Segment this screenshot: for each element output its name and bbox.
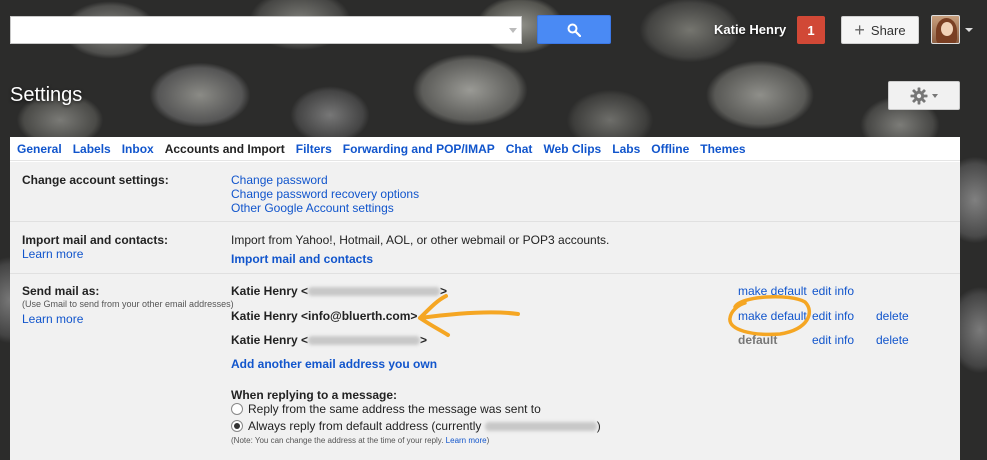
search-box[interactable] (10, 16, 522, 44)
import-row: Import mail and contacts: Learn more Imp… (10, 222, 960, 274)
reply-option-default-suffix: ) (596, 419, 601, 433)
search-options-chevron-icon[interactable] (509, 28, 517, 33)
address-1-redacted-email (308, 287, 441, 297)
plus-icon: + (854, 20, 865, 40)
address-2-make-default-link[interactable]: make default (738, 309, 807, 323)
tab-forwarding[interactable]: Forwarding and POP/IMAP (343, 142, 495, 156)
address-3: Katie Henry < > (231, 333, 427, 347)
address-3-default-label: default (738, 333, 778, 347)
change-account-label: Change account settings: (22, 173, 169, 187)
address-3-edit-link[interactable]: edit info (812, 333, 854, 347)
reply-option-default-address[interactable]: Always reply from default address (curre… (231, 419, 601, 433)
reply-option-same-label: Reply from the same address the message … (248, 402, 541, 416)
user-name[interactable]: Katie Henry (714, 22, 786, 37)
address-3-name: Katie Henry < (231, 333, 309, 347)
change-recovery-link[interactable]: Change password recovery options (231, 187, 419, 201)
send-mail-learn-more-link[interactable]: Learn more (22, 312, 83, 326)
chevron-down-icon (932, 93, 938, 98)
page-title: Settings (10, 84, 83, 106)
address-2-edit-link[interactable]: edit info (812, 309, 854, 323)
address-3-suffix: > (420, 333, 428, 347)
import-mail-link[interactable]: Import mail and contacts (231, 252, 373, 266)
address-1-suffix: > (440, 284, 448, 298)
settings-content: Change account settings: Change password… (10, 162, 960, 460)
address-1-name: Katie Henry < (231, 284, 309, 298)
tab-accounts-and-import[interactable]: Accounts and Import (165, 142, 285, 156)
tab-web-clips[interactable]: Web Clips (543, 142, 601, 156)
search-input[interactable] (11, 17, 521, 43)
settings-gear-button[interactable] (888, 81, 960, 110)
tab-filters[interactable]: Filters (296, 142, 332, 156)
address-2: Katie Henry <info@bluerth.com> (231, 309, 418, 323)
send-mail-row: Send mail as: (Use Gmail to send from yo… (10, 274, 960, 460)
reply-note-learn-more-link[interactable]: Learn more (446, 436, 487, 445)
tab-general[interactable]: General (17, 142, 62, 156)
search-icon (567, 23, 581, 37)
tab-offline[interactable]: Offline (651, 142, 689, 156)
import-label: Import mail and contacts: (22, 233, 169, 247)
tab-chat[interactable]: Chat (506, 142, 533, 156)
account-chevron-down-icon[interactable] (965, 28, 973, 32)
reply-note: (Note: You can change the address at the… (231, 436, 489, 445)
address-1-make-default-link[interactable]: make default (738, 284, 807, 298)
reply-note-suffix: ) (486, 436, 490, 445)
gear-icon (910, 87, 928, 104)
settings-tabs: General Labels Inbox Accounts and Import… (10, 137, 960, 161)
address-1: Katie Henry < > (231, 284, 447, 298)
import-learn-more-link[interactable]: Learn more (22, 247, 83, 261)
address-2-delete-link[interactable]: delete (876, 309, 909, 323)
add-email-address-link[interactable]: Add another email address you own (231, 357, 437, 371)
change-password-link[interactable]: Change password (231, 173, 419, 187)
default-address-redacted-email (484, 422, 597, 432)
radio-selected-icon[interactable] (231, 420, 243, 432)
avatar[interactable] (931, 15, 960, 44)
import-description: Import from Yahoo!, Hotmail, AOL, or oth… (231, 233, 610, 247)
tab-inbox[interactable]: Inbox (122, 142, 154, 156)
tab-themes[interactable]: Themes (700, 142, 745, 156)
reply-heading: When replying to a message: (231, 388, 398, 402)
send-mail-note: (Use Gmail to send from your other email… (22, 299, 234, 309)
search-button[interactable] (537, 15, 611, 44)
other-account-settings-link[interactable]: Other Google Account settings (231, 201, 419, 215)
change-account-row: Change account settings: Change password… (10, 162, 960, 222)
tab-labels[interactable]: Labels (73, 142, 111, 156)
settings-panel: General Labels Inbox Accounts and Import… (10, 137, 960, 460)
reply-option-default-label: Always reply from default address (curre… (248, 419, 482, 433)
reply-note-text: (Note: You can change the address at the… (231, 436, 444, 445)
notification-badge[interactable]: 1 (797, 16, 825, 44)
radio-icon[interactable] (231, 403, 243, 415)
tab-labs[interactable]: Labs (612, 142, 640, 156)
address-3-redacted-email (308, 336, 421, 346)
send-mail-label: Send mail as: (22, 284, 100, 298)
address-1-edit-link[interactable]: edit info (812, 284, 854, 298)
avatar-face (941, 22, 953, 36)
share-button[interactable]: + Share (841, 16, 919, 44)
reply-option-same-address[interactable]: Reply from the same address the message … (231, 402, 541, 416)
address-3-delete-link[interactable]: delete (876, 333, 909, 347)
share-label: Share (870, 22, 906, 38)
